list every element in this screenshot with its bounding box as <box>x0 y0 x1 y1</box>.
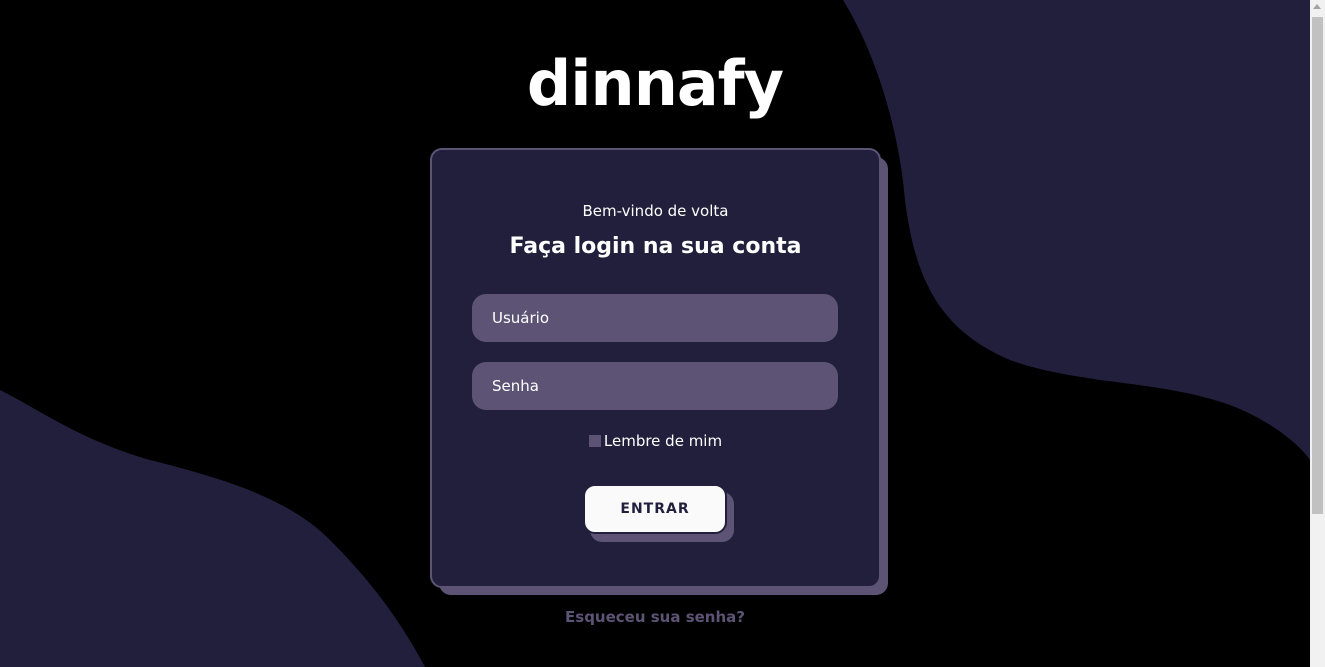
remember-label[interactable]: Lembre de mim <box>604 432 722 450</box>
brand-logo: dinnafy <box>526 47 784 120</box>
remember-checkbox[interactable] <box>588 435 601 447</box>
forgot-password-link[interactable]: Esqueceu sua senha? <box>0 608 1310 626</box>
scroll-up-icon[interactable] <box>1313 4 1321 9</box>
vertical-scrollbar[interactable] <box>1310 0 1325 667</box>
login-heading: Faça login na sua conta <box>509 234 802 259</box>
welcome-text: Bem-vindo de volta <box>582 202 729 220</box>
scroll-thumb[interactable] <box>1312 17 1323 514</box>
remember-me[interactable]: Lembre de mim <box>432 432 879 450</box>
login-page: dinnafy Bem-vindo de volta Faça login na… <box>0 0 1325 667</box>
submit-button[interactable]: ENTRAR <box>583 484 727 534</box>
password-input[interactable] <box>472 362 838 410</box>
username-input[interactable] <box>472 294 838 342</box>
login-card: Bem-vindo de volta Faça login na sua con… <box>430 148 881 588</box>
